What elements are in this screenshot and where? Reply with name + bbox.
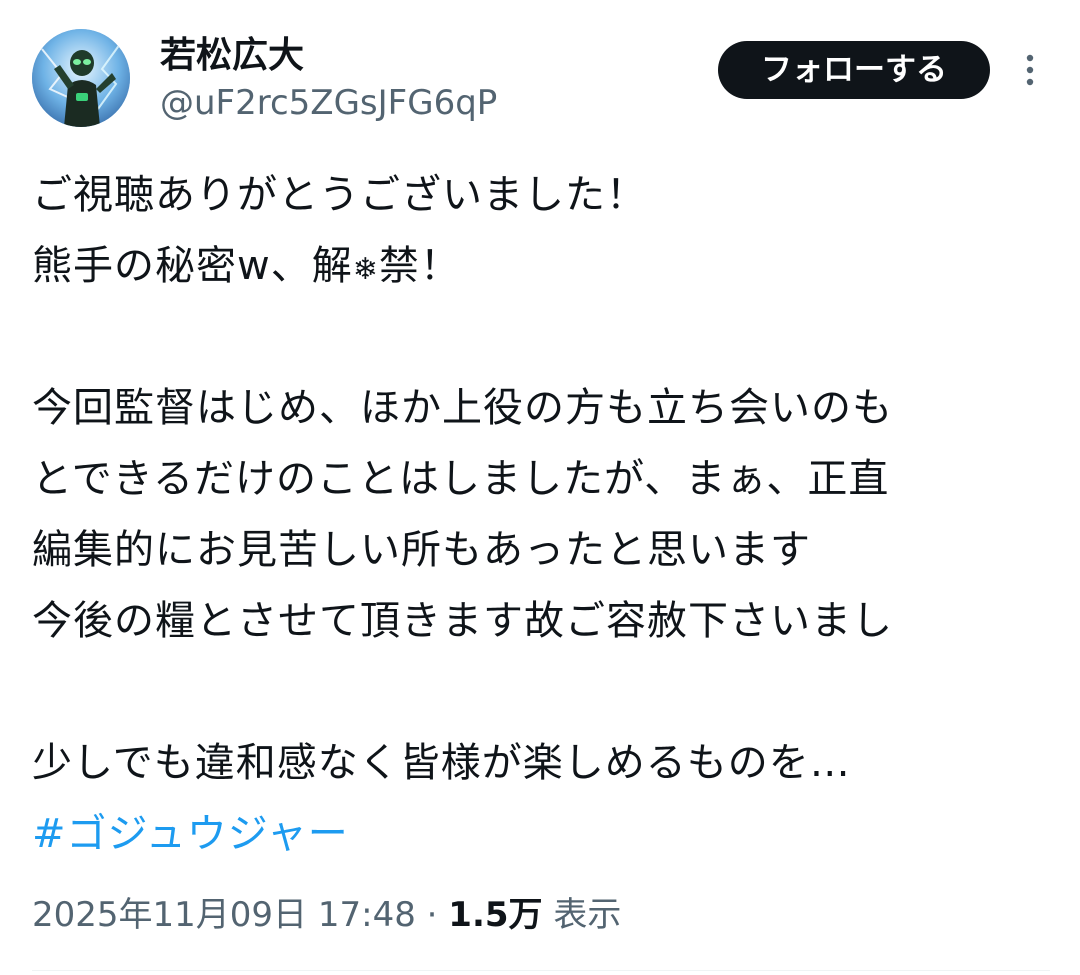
timestamp-link[interactable]: 2025年11月09日 17:48 — [32, 895, 416, 935]
author-handle[interactable]: @uF2rc5ZGsJFG6qP — [160, 82, 497, 124]
tweet-text: ご視聴ありがとうございました！ 熊手の秘密w、解❄禁！ 今回監督はじめ、ほか上役… — [32, 160, 1062, 870]
more-vertical-icon — [1026, 54, 1034, 86]
views-label: 表示 — [553, 895, 622, 935]
tweet-text-segment: 熊手の秘密w、解 — [32, 243, 353, 289]
tweet-text-segment: 禁！ — [378, 243, 461, 289]
divider — [32, 970, 1050, 971]
tweet-text-line: ご視聴ありがとうございました！ — [32, 172, 647, 218]
follow-button[interactable]: フォローする — [718, 41, 990, 99]
tweet-text-line: 編集的にお見苦しい所もあったと思います — [32, 527, 811, 573]
hashtag-link[interactable]: #ゴジュウジャー — [32, 799, 1062, 870]
meta-separator: · — [415, 895, 449, 935]
tweet-card: 若松広大 @uF2rc5ZGsJFG6qP フォローする ご視聴ありがとうござい… — [0, 0, 1080, 975]
author-display-name[interactable]: 若松広大 — [160, 34, 304, 78]
views-count: 1.5万 — [448, 895, 543, 935]
snowflake-emoji-icon: ❄ — [352, 252, 379, 287]
tweet-text-line: 今回監督はじめ、ほか上役の方も立ち会いのも — [32, 385, 893, 431]
tweet-meta: 2025年11月09日 17:48 · 1.5万 表示 — [32, 890, 621, 940]
tweet-text-line: とできるだけのことはしましたが、まぁ、正直 — [32, 456, 890, 502]
tweet-text-line: 少しでも違和感なく皆様が楽しめるものを… — [32, 740, 851, 786]
avatar-image — [32, 29, 130, 127]
more-options-button[interactable] — [1014, 48, 1046, 92]
tweet-text-line: 熊手の秘密w、解❄禁！ — [32, 231, 1062, 302]
tweet-text-line: 今後の糧とさせて頂きます故ご容赦下さいまし — [32, 598, 893, 644]
avatar[interactable] — [32, 29, 130, 127]
